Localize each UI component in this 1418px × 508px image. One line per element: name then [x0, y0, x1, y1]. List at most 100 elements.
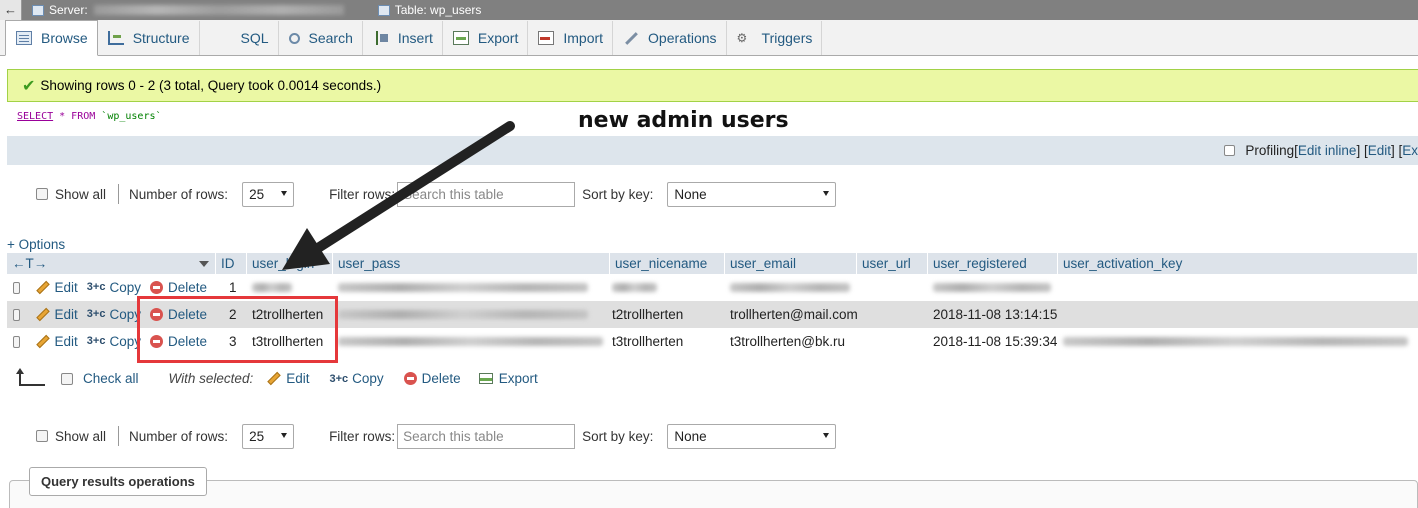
bracket: ] [ [1390, 143, 1403, 158]
redacted-text [1063, 337, 1408, 346]
sql-keyword-select[interactable]: SELECT [17, 111, 53, 122]
table-icon [377, 4, 390, 16]
edit-query-link[interactable]: Edit [1368, 143, 1391, 158]
sort-by-key-select[interactable]: None [667, 181, 837, 207]
back-arrow-icon[interactable]: ← [0, 0, 22, 20]
pencil-icon [267, 371, 281, 386]
cell-user-registered[interactable]: 2018-11-08 13:14:15 [928, 301, 1058, 328]
tab-label: Import [563, 30, 604, 46]
cell-user-url[interactable] [857, 301, 928, 328]
sort-by-key-label: Sort by key: [582, 186, 654, 202]
column-header-user-pass[interactable]: user_pass [333, 253, 610, 274]
check-all-link[interactable]: Check all [83, 371, 139, 386]
sort-by-key-select[interactable]: None [667, 423, 837, 449]
breadcrumb-table[interactable]: Table: wp_users [377, 3, 481, 17]
cell-user-url[interactable] [857, 274, 928, 301]
annotation-label: new admin users [578, 108, 789, 133]
cell-user-pass-redacted[interactable] [333, 301, 610, 328]
column-header-user-email[interactable]: user_email [725, 253, 857, 274]
column-header-user-url[interactable]: user_url [857, 253, 928, 274]
tab-import[interactable]: Import [528, 21, 614, 55]
cell-user-nicename[interactable]: t2trollherten [610, 301, 725, 328]
filter-rows-input[interactable]: Search this table [397, 423, 576, 449]
tab-sql[interactable]: SQL [200, 21, 279, 150]
copy-row-link[interactable]: 3+c Copy [87, 274, 141, 301]
cell-user-url[interactable] [857, 328, 928, 355]
action-label: Edit [286, 371, 310, 386]
row-checkbox[interactable] [13, 281, 20, 294]
check-all-checkbox[interactable] [61, 372, 73, 385]
copy-icon: 3+c [86, 308, 106, 320]
redacted-text [338, 337, 603, 346]
edit-row-link[interactable]: Edit [35, 274, 78, 301]
bracket: ] [ [1356, 143, 1368, 158]
table-header-row: ←T→ ID user_login user_pass user_nicenam… [7, 253, 1418, 274]
cell-user-activation-key-redacted[interactable] [1058, 328, 1418, 355]
server-label: Server: [49, 3, 88, 17]
rows-per-page-select[interactable]: 25 [242, 423, 295, 449]
column-header-user-activation-key[interactable]: user_activation_key [1058, 253, 1418, 274]
select-value: None [674, 186, 707, 202]
column-header-user-nicename[interactable]: user_nicename [610, 253, 725, 274]
sql-query-rest: * FROM [53, 111, 102, 122]
cell-user-email-redacted[interactable] [725, 274, 857, 301]
rows-per-page-select[interactable]: 25 [242, 181, 295, 207]
tab-triggers[interactable]: ⚙ Triggers [727, 21, 823, 55]
row-checkbox[interactable] [13, 335, 20, 348]
structure-icon [107, 31, 124, 45]
redacted-text [338, 310, 588, 319]
cell-user-activation-key[interactable] [1058, 301, 1418, 328]
filter-rows-input[interactable]: Search this table [397, 181, 576, 207]
tab-structure[interactable]: Structure [98, 21, 200, 55]
cell-user-nicename[interactable]: t3trollherten [610, 328, 725, 355]
chevron-down-icon[interactable] [199, 261, 209, 267]
action-label: Copy [352, 371, 384, 386]
cell-user-registered[interactable]: 2018-11-08 15:39:34 [928, 328, 1058, 355]
bulk-copy-button[interactable]: 3+c Copy [329, 371, 383, 386]
tab-label: Triggers [761, 30, 813, 46]
column-header-user-registered[interactable]: user_registered [928, 253, 1058, 274]
tab-operations[interactable]: Operations [613, 21, 727, 55]
tab-label: Operations [648, 30, 717, 46]
divider [118, 426, 120, 446]
query-results-operations-panel [9, 480, 1418, 508]
column-arrows-icon[interactable]: ←T→ [12, 256, 47, 271]
chevron-down-icon [823, 190, 830, 196]
edit-row-link[interactable]: Edit [35, 301, 78, 328]
cell-user-registered-redacted[interactable] [928, 274, 1058, 301]
breadcrumb-server[interactable]: Server: [32, 3, 344, 17]
tab-export[interactable]: Export [443, 21, 529, 55]
options-toggle[interactable]: + Options [7, 237, 65, 252]
cell-user-email[interactable]: t3trollherten@bk.ru [725, 328, 857, 355]
query-results-operations-legend[interactable]: Query results operations [29, 467, 207, 496]
bulk-edit-button[interactable]: Edit [267, 371, 309, 386]
copy-row-link[interactable]: 3+c Copy [87, 301, 141, 328]
filter-rows-label: Filter rows: [329, 428, 396, 444]
export-icon [452, 31, 469, 45]
bulk-export-button[interactable]: Export [478, 371, 538, 386]
query-success-message: ✔ Showing rows 0 - 2 (3 total, Query too… [7, 69, 1418, 102]
bulk-delete-button[interactable]: Delete [403, 371, 461, 386]
profiling-checkbox[interactable] [1224, 145, 1236, 156]
server-name-redacted [93, 5, 344, 15]
cell-user-activation-key[interactable] [1058, 274, 1418, 301]
edit-inline-link[interactable]: Edit inline [1298, 143, 1357, 158]
column-header-user-login[interactable]: user_login [247, 253, 333, 274]
tab-label: Search [308, 30, 353, 46]
cell-user-nicename-redacted[interactable] [610, 274, 725, 301]
show-all-checkbox[interactable] [36, 430, 48, 442]
pencil-icon [35, 334, 50, 349]
column-header-id[interactable]: ID [216, 253, 247, 274]
tab-browse[interactable]: Browse [5, 20, 98, 56]
delete-icon [403, 372, 417, 385]
row-checkbox[interactable] [13, 308, 20, 321]
cell-user-email[interactable]: trollherten@mail.com [725, 301, 857, 328]
edit-row-link[interactable]: Edit [35, 328, 78, 355]
tab-insert[interactable]: Insert [363, 21, 443, 55]
explain-link[interactable]: Ex [1402, 143, 1418, 158]
cell-user-pass-redacted[interactable] [333, 328, 610, 355]
show-all-checkbox[interactable] [36, 188, 48, 200]
cell-user-pass-redacted[interactable] [333, 274, 610, 301]
copy-row-link[interactable]: 3+c Copy [87, 328, 141, 355]
tab-search[interactable]: Search [279, 21, 363, 55]
